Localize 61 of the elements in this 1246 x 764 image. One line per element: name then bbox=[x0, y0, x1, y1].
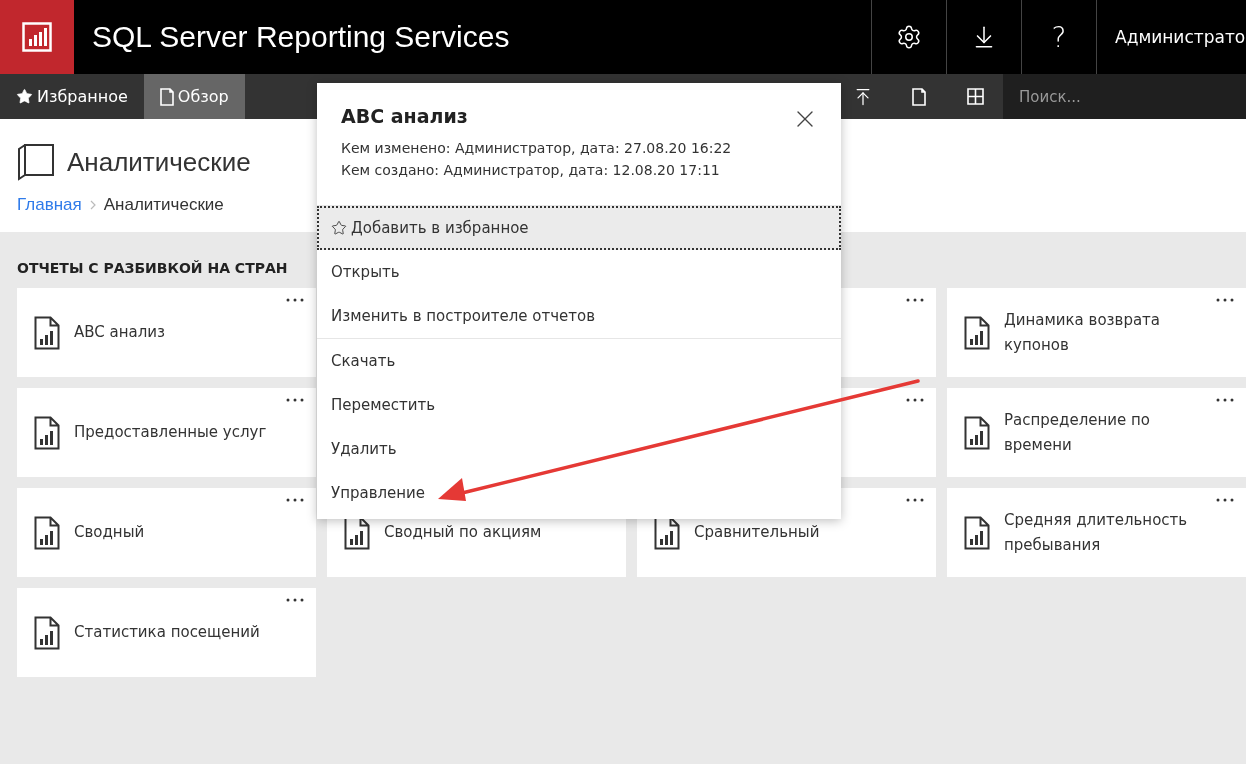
report-tile[interactable]: Распределение по времени bbox=[947, 388, 1246, 477]
report-tile[interactable]: Предоставленные услуг bbox=[17, 388, 316, 477]
menu-item[interactable]: Скачать bbox=[317, 339, 841, 383]
report-name: Средняя длительность пребывания bbox=[1004, 509, 1189, 556]
logo-icon bbox=[22, 22, 52, 52]
star-icon bbox=[331, 220, 347, 236]
more-icon[interactable] bbox=[906, 298, 924, 302]
nav-tab[interactable]: Обзор bbox=[143, 74, 245, 119]
more-icon[interactable] bbox=[286, 298, 304, 302]
menu-item[interactable]: Переместить bbox=[317, 383, 841, 427]
report-icon bbox=[34, 315, 60, 350]
report-tile[interactable]: ABC анализ bbox=[17, 288, 316, 377]
more-icon[interactable] bbox=[1216, 498, 1234, 502]
more-icon[interactable] bbox=[286, 498, 304, 502]
report-icon bbox=[964, 515, 990, 550]
more-icon[interactable] bbox=[1216, 298, 1234, 302]
more-icon[interactable] bbox=[286, 398, 304, 402]
report-name: Динамика возврата купонов bbox=[1004, 309, 1162, 356]
page-icon bbox=[159, 87, 174, 106]
search-field[interactable]: Поиск... bbox=[1003, 74, 1246, 119]
report-name: Сводный bbox=[74, 522, 145, 543]
more-icon[interactable] bbox=[906, 498, 924, 502]
section-heading: ОТЧЕТЫ С РАЗБИВКОЙ НА СТРАН bbox=[17, 260, 288, 276]
menu-item[interactable]: Добавить в избранное bbox=[317, 206, 841, 250]
report-name: Статистика посещений bbox=[74, 622, 260, 643]
report-icon bbox=[964, 315, 990, 350]
report-icon bbox=[34, 515, 60, 550]
report-name: Сравнительный bbox=[694, 522, 820, 543]
report-name: ABC анализ bbox=[74, 322, 166, 343]
grid-icon bbox=[966, 88, 984, 105]
report-icon bbox=[34, 415, 60, 450]
chevron-icon bbox=[89, 200, 96, 210]
report-icon bbox=[964, 415, 990, 450]
menu-item[interactable]: Изменить в построителе отчетов bbox=[317, 294, 841, 338]
page-icon bbox=[912, 87, 926, 106]
info-line: Кем создано: Администратор, дата: 12.08.20 17:11 bbox=[341, 161, 721, 180]
report-name: Сводный по акциям bbox=[384, 522, 542, 543]
folder-icon bbox=[17, 143, 55, 181]
page-title: Аналитические bbox=[67, 146, 251, 178]
more-icon[interactable] bbox=[286, 598, 304, 602]
app-title: SQL Server Reporting Services bbox=[91, 19, 511, 55]
more-icon[interactable] bbox=[906, 398, 924, 402]
menu-title: ABC анализ bbox=[341, 105, 468, 127]
current-folder-label: Аналитические bbox=[103, 195, 224, 215]
report-tile[interactable]: Средняя длительность пребывания bbox=[947, 488, 1246, 577]
menu-item[interactable]: Открыть bbox=[317, 250, 841, 294]
menu-item[interactable]: Управление bbox=[317, 471, 841, 515]
breadcrumb-link[interactable]: Главная bbox=[17, 195, 82, 215]
nav-tab[interactable]: Избранное bbox=[0, 74, 144, 119]
star-icon bbox=[16, 88, 33, 105]
report-tile[interactable]: Сводный bbox=[17, 488, 316, 577]
menu-item[interactable]: Удалить bbox=[317, 427, 841, 471]
info-line: Кем изменено: Администратор, дата: 27.08.20 16:22 bbox=[341, 139, 733, 158]
report-name: Распределение по времени bbox=[1004, 409, 1151, 456]
report-tile[interactable]: Статистика посещений bbox=[17, 588, 316, 677]
logo-tile[interactable] bbox=[0, 0, 74, 74]
settings-icon bbox=[896, 24, 922, 50]
report-name: Предоставленные услуг bbox=[74, 422, 267, 443]
more-icon[interactable] bbox=[1216, 398, 1234, 402]
report-icon bbox=[34, 615, 60, 650]
report-tile[interactable]: Динамика возврата купонов bbox=[947, 288, 1246, 377]
